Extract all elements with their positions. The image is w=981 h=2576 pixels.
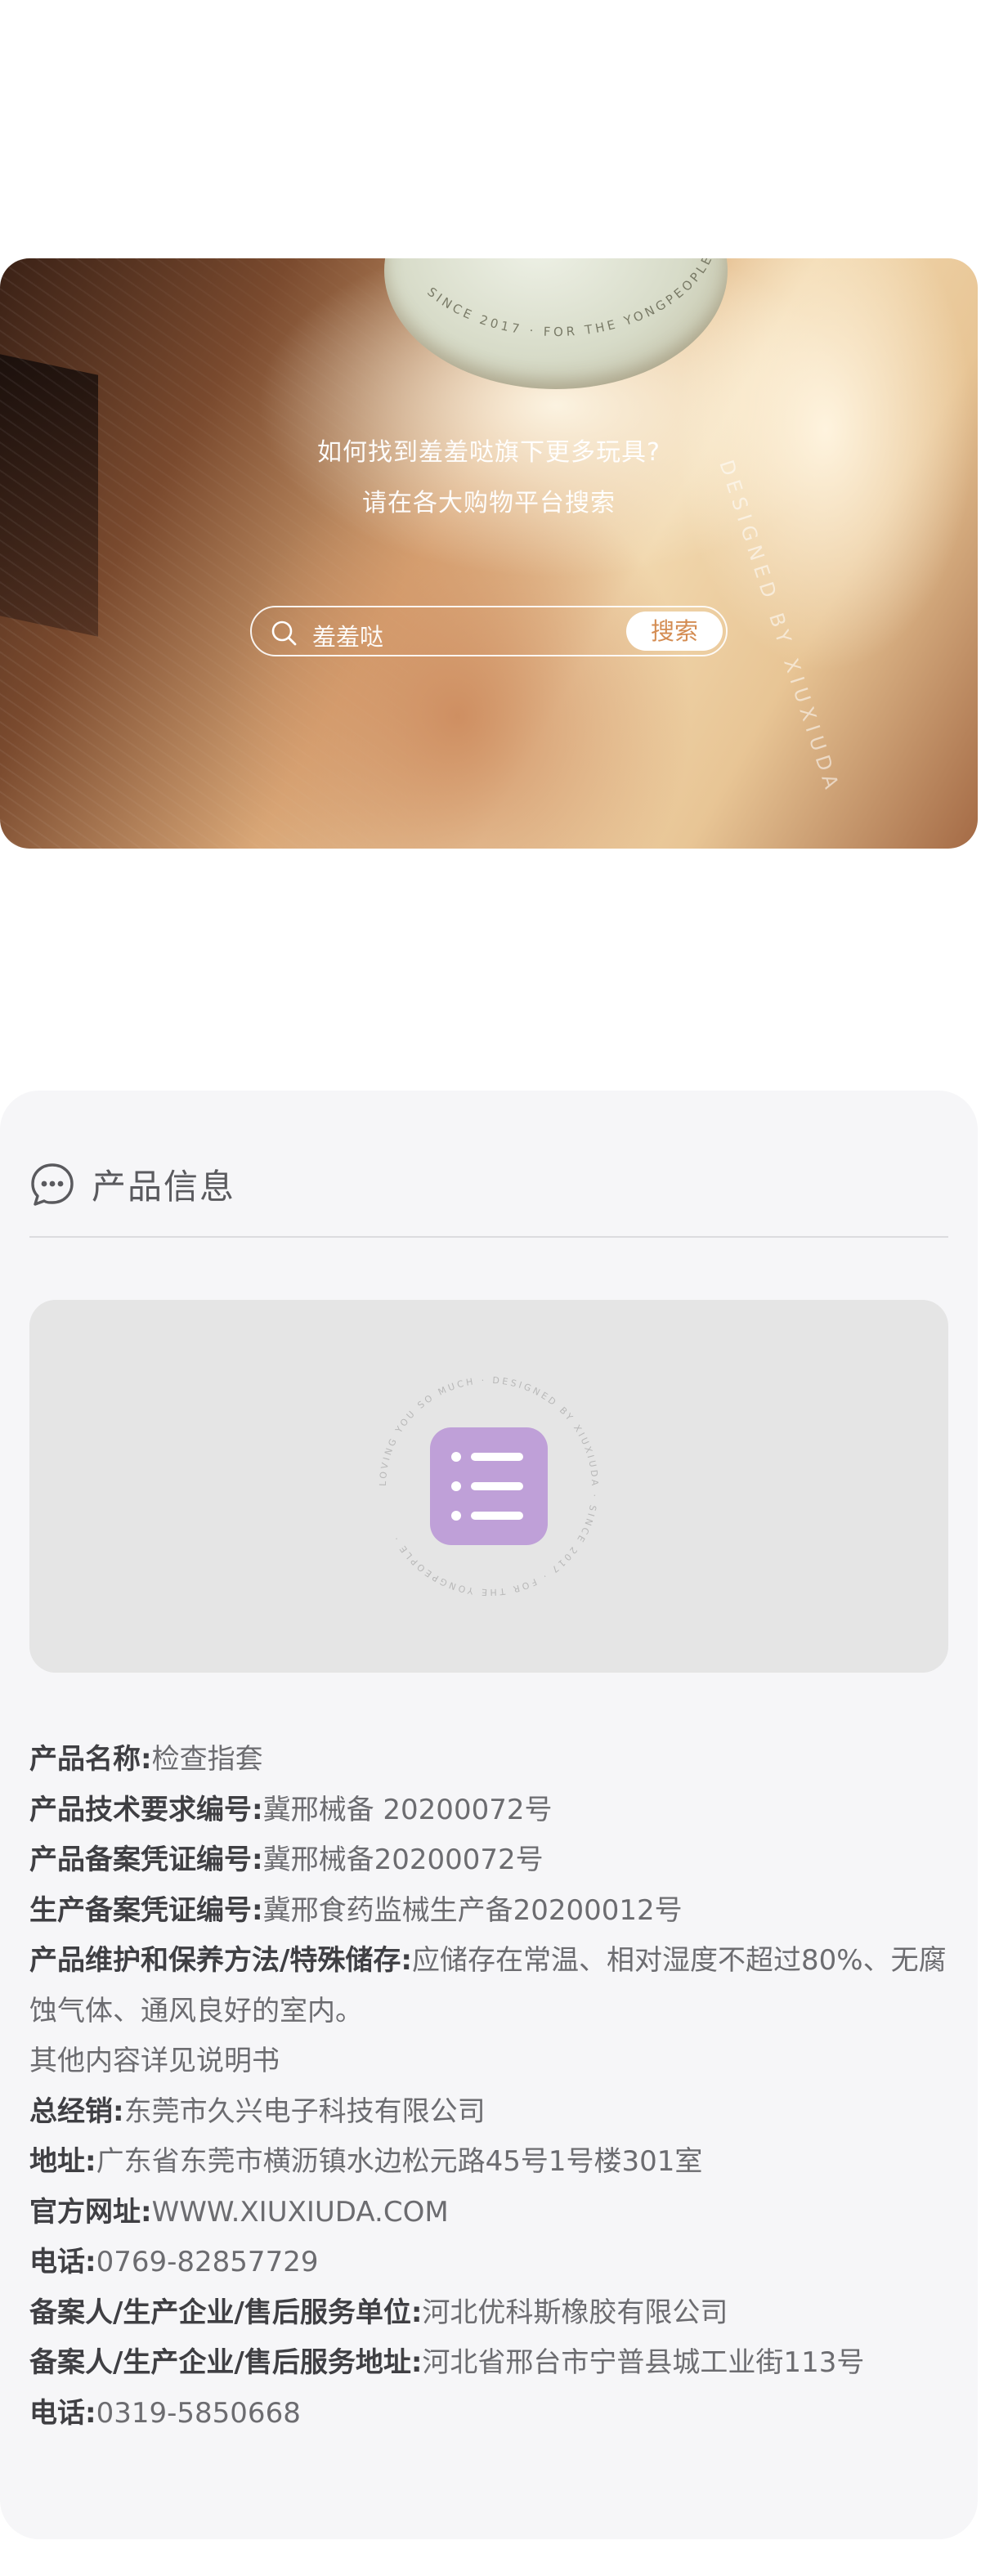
- search-input[interactable]: 羞羞哒: [312, 618, 383, 652]
- banner-subheadline: 请在各大购物平台搜索: [362, 489, 616, 517]
- search-bar[interactable]: 羞羞哒 搜索: [250, 606, 728, 656]
- product-engraving: SINCE 2017 · FOR THE YONGPEOPLE DESIGNED…: [424, 258, 844, 797]
- product-details: 产品名称:检查指套 产品技术要求编号:冀邢械备 20200072号 产品备案凭证…: [29, 1735, 961, 2439]
- detail-row-website: 官方网址:WWW.XIUXIUDA.COM: [29, 2195, 449, 2229]
- search-button[interactable]: 搜索: [626, 612, 723, 651]
- detail-row-storage: 产品维护和保养方法/特殊储存:应储存在常温、相对湿度不超过80%、无腐蚀气体、通…: [29, 1944, 947, 2027]
- detail-row-production-cert: 生产备案凭证编号:冀邢食药监械生产备20200012号: [29, 1893, 683, 1927]
- detail-row-tech-req: 产品技术要求编号:冀邢械备 20200072号: [29, 1793, 553, 1826]
- banner-headline: 如何找到羞羞哒旗下更多玩具?: [317, 438, 661, 467]
- product-info-card: 产品信息 LOVING YOU SO MUCH · DESIGNED BY XI…: [0, 1091, 978, 2539]
- chat-bubble-icon: [31, 1163, 74, 1206]
- section-header: 产品信息: [29, 1159, 235, 1209]
- detail-row-manufacturer: 备案人/生产企业/售后服务单位:河北优科斯橡胶有限公司: [29, 2296, 728, 2329]
- detail-row-distributor: 总经销:东莞市久兴电子科技有限公司: [29, 2094, 486, 2128]
- detail-row-address: 地址:广东省东莞市横沥镇水边松元路45号1号楼301室: [29, 2145, 703, 2178]
- detail-row-phone-distributor: 电话:0769-82857729: [29, 2246, 319, 2278]
- detail-row-filing-cert: 产品备案凭证编号:冀邢械备20200072号: [29, 1844, 544, 1876]
- hero-banner: SINCE 2017 · FOR THE YONGPEOPLE DESIGNED…: [0, 258, 978, 849]
- detail-row-manufacturer-address: 备案人/生产企业/售后服务地址:河北省邢台市宁普县城工业街113号: [29, 2346, 865, 2379]
- product-image: LOVING YOU SO MUCH · DESIGNED BY XIUXIUD…: [29, 1300, 948, 1673]
- detail-row-name: 产品名称:检查指套: [29, 1743, 263, 1776]
- engraving-top: SINCE 2017 · FOR THE YONGPEOPLE: [424, 258, 716, 339]
- section-title: 产品信息: [92, 1167, 236, 1207]
- website-link[interactable]: WWW.XIUXIUDA.COM: [152, 2196, 449, 2229]
- section-divider: [29, 1236, 948, 1238]
- detail-row-phone-manufacturer: 电话:0319-5850668: [29, 2396, 301, 2430]
- image-placeholder-logo: LOVING YOU SO MUCH · DESIGNED BY XIUXIUD…: [378, 1375, 598, 1597]
- search-icon: [271, 620, 297, 646]
- detail-row-see-manual: 其他内容详见说明书: [29, 2045, 280, 2077]
